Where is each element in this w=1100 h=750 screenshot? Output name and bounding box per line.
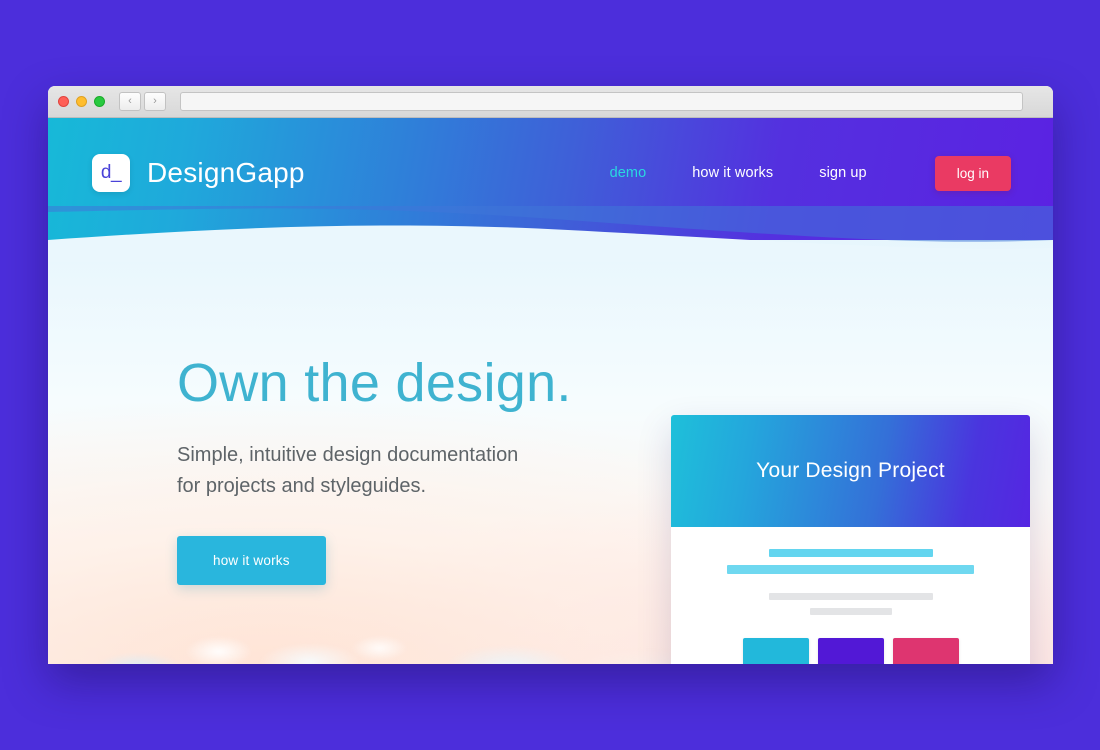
browser-nav-buttons: ‹ › — [119, 92, 166, 111]
brand[interactable]: d_ DesignGapp — [92, 154, 305, 192]
nav-links: demo how it works sign up log in — [610, 155, 1011, 191]
placeholder-bar-subheading — [727, 565, 974, 574]
logo-glyph: d_ — [100, 161, 122, 183]
site-navigation: d_ DesignGapp demo how it works sign up … — [48, 118, 1053, 228]
brand-name: DesignGapp — [147, 157, 305, 188]
maximize-window-button[interactable] — [94, 96, 105, 107]
nav-item-demo[interactable]: demo — [610, 165, 647, 181]
hero-title: Own the design. — [177, 353, 572, 413]
back-button[interactable]: ‹ — [119, 92, 141, 111]
project-preview-card: Your Design Project — [671, 415, 1030, 664]
close-window-button[interactable] — [58, 96, 69, 107]
project-card-title: Your Design Project — [756, 459, 945, 482]
minimize-window-button[interactable] — [76, 96, 87, 107]
nav-item-how-it-works[interactable]: how it works — [692, 165, 773, 181]
forward-button[interactable]: › — [144, 92, 166, 111]
url-input[interactable] — [180, 92, 1023, 111]
hero-copy: Own the design. Simple, intuitive design… — [177, 353, 637, 586]
placeholder-bar-body-1 — [768, 593, 933, 600]
color-swatch-cyan[interactable] — [742, 638, 809, 664]
browser-chrome-bar: ‹ › — [48, 86, 1053, 118]
window-controls — [58, 96, 105, 107]
project-card-body — [671, 527, 1030, 664]
project-card-header: Your Design Project — [671, 415, 1030, 527]
placeholder-bar-heading — [768, 549, 933, 557]
placeholder-bar-body-2 — [809, 608, 892, 615]
page-viewport: d_ DesignGapp demo how it works sign up … — [48, 118, 1053, 664]
browser-window: ‹ › d_ DesignGapp demo how it works sign… — [48, 86, 1053, 664]
how-it-works-button[interactable]: how it works — [177, 536, 326, 586]
color-swatch-row — [671, 638, 1030, 664]
log-in-button[interactable]: log in — [934, 155, 1011, 191]
hero-subtitle: Simple, intuitive design documentation f… — [177, 443, 519, 497]
color-swatch-purple[interactable] — [817, 638, 884, 664]
logo-icon: d_ — [92, 154, 130, 192]
nav-item-sign-up[interactable]: sign up — [819, 165, 866, 181]
color-swatch-pink[interactable] — [892, 638, 959, 664]
